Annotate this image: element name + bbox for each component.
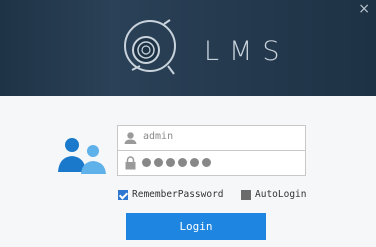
- auto-login-checkbox[interactable]: [241, 189, 251, 200]
- password-dot: [142, 158, 151, 167]
- login-button[interactable]: Login: [126, 213, 266, 240]
- login-window: × LMS admin RememberPassword AutoLogin L…: [0, 0, 376, 247]
- username-value: admin: [143, 131, 174, 142]
- users-icon: [58, 138, 106, 174]
- password-dot: [166, 158, 175, 167]
- header-banner: × LMS: [0, 0, 376, 96]
- close-icon[interactable]: ×: [358, 2, 370, 16]
- password-dot: [178, 158, 187, 167]
- lock-icon: [125, 156, 136, 170]
- webcam-logo-icon: [124, 19, 176, 75]
- password-dot: [202, 158, 211, 167]
- remember-password-checkbox[interactable]: [118, 189, 128, 200]
- password-mask: [142, 155, 211, 167]
- password-field[interactable]: [117, 151, 306, 176]
- user-icon: [124, 132, 137, 144]
- password-dot: [154, 158, 163, 167]
- auto-login-option[interactable]: AutoLogin: [241, 189, 306, 200]
- brand-name: LMS: [204, 36, 290, 67]
- auto-login-label: AutoLogin: [255, 189, 307, 200]
- username-field[interactable]: admin: [117, 125, 306, 151]
- remember-password-label: RememberPassword: [132, 189, 224, 200]
- remember-password-option[interactable]: RememberPassword: [118, 189, 224, 200]
- password-dot: [190, 158, 199, 167]
